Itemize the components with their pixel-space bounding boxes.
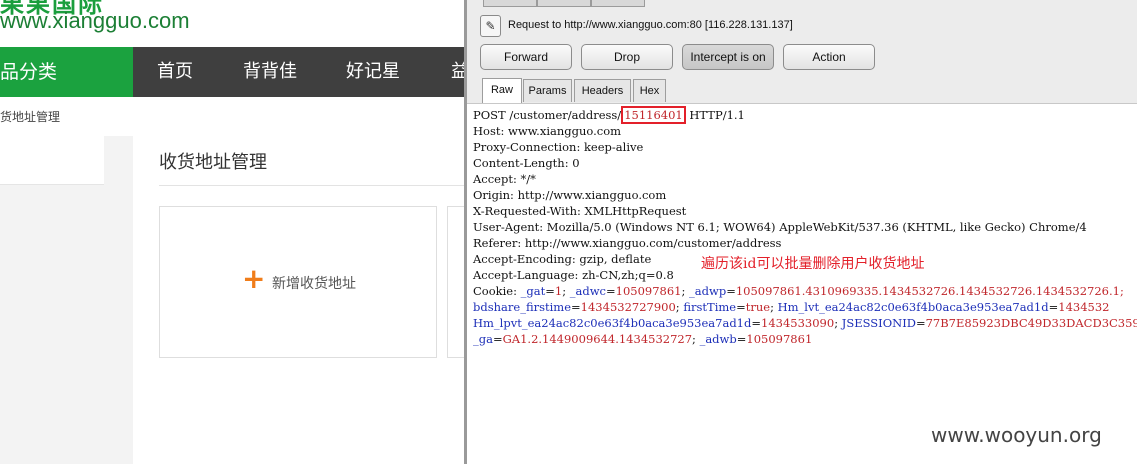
main-nav: 首页 背背佳 好记星 益 bbox=[133, 47, 466, 97]
add-address-card[interactable]: + 新增收货地址 bbox=[159, 206, 437, 358]
header-origin: Origin: http://www.xiangguo.com bbox=[473, 188, 667, 202]
intercept-toggle-button[interactable]: Intercept is on bbox=[682, 44, 774, 70]
intercept-toolbar: ✎ Request to http://www.xiangguo.com:80 … bbox=[467, 0, 1137, 104]
nav-item-home[interactable]: 首页 bbox=[157, 47, 193, 97]
header-proxy-connection: Proxy-Connection: keep-alive bbox=[473, 140, 644, 154]
cookie-value: 1434532727900 bbox=[580, 300, 676, 314]
category-menu-button[interactable]: 品分类 bbox=[0, 47, 133, 97]
header-accept-language: Accept-Language: zh-CN,zh;q=0.8 bbox=[473, 268, 674, 282]
tab-raw[interactable]: Raw bbox=[482, 78, 522, 103]
breadcrumb: 货地址管理 bbox=[0, 110, 61, 124]
request-line-path: POST /customer/address/ bbox=[473, 108, 622, 122]
site-logo-url[interactable]: www.xiangguo.com bbox=[0, 8, 190, 34]
cookie-line-2: bdshare_firstime=1434532727900; firstTim… bbox=[473, 300, 1110, 314]
cookie-value: GA1.2.1449009644.1434532727 bbox=[502, 332, 693, 346]
annotation-text: 遍历该id可以批量删除用户收货地址 bbox=[701, 256, 925, 272]
cookie-value: true bbox=[745, 300, 771, 314]
top-tab[interactable] bbox=[591, 0, 645, 7]
cookie-value: 77B7E85923DBC49D33DACD3C3599FAE bbox=[925, 316, 1137, 330]
title-divider bbox=[159, 185, 466, 186]
cookie-line-3: Hm_lpvt_ea24ac82c0e63f4b0aca3e953ea7ad1d… bbox=[473, 315, 1137, 331]
cookie-line-4: _ga=GA1.2.1449009644.1434532727; _adwb=1… bbox=[473, 332, 813, 346]
cookie-key: _adwp bbox=[689, 284, 727, 298]
cookie-key: bdshare_firstime bbox=[473, 300, 572, 314]
website-panel: 果果国际 www.xiangguo.com 品分类 首页 背背佳 好记星 益 货… bbox=[0, 0, 466, 464]
cookie-key: _gat bbox=[520, 284, 546, 298]
cookie-value: 105097861 bbox=[746, 332, 813, 346]
nav-item-haojixing[interactable]: 好记星 bbox=[346, 47, 400, 97]
tab-headers[interactable]: Headers bbox=[574, 79, 631, 102]
cookie-key: _adwb bbox=[699, 332, 737, 346]
cookie-value: 105097861 bbox=[615, 284, 682, 298]
cookie-prefix: Cookie: bbox=[473, 284, 521, 298]
burp-intercept-panel: ✎ Request to http://www.xiangguo.com:80 … bbox=[467, 0, 1137, 464]
raw-request-editor[interactable]: POST /customer/address/15116401 HTTP/1.1… bbox=[473, 106, 1137, 464]
drop-button[interactable]: Drop bbox=[581, 44, 673, 70]
nav-item-beibeijia[interactable]: 背背佳 bbox=[243, 47, 297, 97]
header-accept: Accept: */* bbox=[473, 172, 536, 186]
tab-params[interactable]: Params bbox=[523, 79, 572, 102]
page-title: 收货地址管理 bbox=[159, 152, 267, 173]
address-id-highlight: 15116401 bbox=[621, 106, 686, 124]
sidebar-item[interactable] bbox=[0, 136, 104, 185]
request-target-text: Request to http://www.xiangguo.com:80 [1… bbox=[508, 19, 793, 31]
edit-pencil-icon[interactable]: ✎ bbox=[480, 15, 501, 37]
header-referer: Referer: http://www.xiangguo.com/custome… bbox=[473, 236, 782, 250]
header-accept-encoding: Accept-Encoding: gzip, deflate bbox=[473, 252, 652, 266]
cookie-value: 1 bbox=[554, 284, 563, 298]
cookie-key: Hm_lpvt_ea24ac82c0e63f4b0aca3e953ea7ad1d bbox=[473, 316, 752, 330]
header-content-length: Content-Length: 0 bbox=[473, 156, 580, 170]
top-tab[interactable] bbox=[483, 0, 537, 7]
cookie-value: 1434532 bbox=[1058, 300, 1110, 314]
cookie-line-1: Cookie: _gat=1; _adwc=105097861; _adwp=1… bbox=[473, 284, 1124, 298]
request-line-version: HTTP/1.1 bbox=[685, 108, 745, 122]
watermark: www.wooyun.org bbox=[931, 423, 1102, 447]
forward-button[interactable]: Forward bbox=[480, 44, 572, 70]
plus-icon: + bbox=[242, 262, 266, 295]
tab-hex[interactable]: Hex bbox=[633, 79, 666, 102]
add-address-label: 新增收货地址 bbox=[272, 276, 356, 292]
top-tab[interactable] bbox=[537, 0, 591, 7]
header-host: Host: www.xiangguo.com bbox=[473, 124, 622, 138]
header-x-requested-with: X-Requested-With: XMLHttpRequest bbox=[473, 204, 687, 218]
cookie-value: 1434533090 bbox=[761, 316, 835, 330]
cookie-key: _adwc bbox=[569, 284, 606, 298]
cookie-key: Hm_lvt_ea24ac82c0e63f4b0aca3e953ea7ad1d bbox=[777, 300, 1049, 314]
category-label: 品分类 bbox=[0, 61, 58, 83]
cookie-value: 105097861.4310969335.1434532726.14345327… bbox=[735, 284, 1124, 298]
sidebar bbox=[0, 136, 133, 464]
cookie-key: firstTime bbox=[683, 300, 737, 314]
cookie-key: _ga bbox=[473, 332, 493, 346]
request-line: POST /customer/address/15116401 HTTP/1.1 bbox=[473, 106, 745, 124]
cookie-key: JSESSIONID bbox=[841, 316, 916, 330]
header-user-agent: User-Agent: Mozilla/5.0 (Windows NT 6.1;… bbox=[473, 220, 1087, 234]
action-button[interactable]: Action bbox=[783, 44, 875, 70]
